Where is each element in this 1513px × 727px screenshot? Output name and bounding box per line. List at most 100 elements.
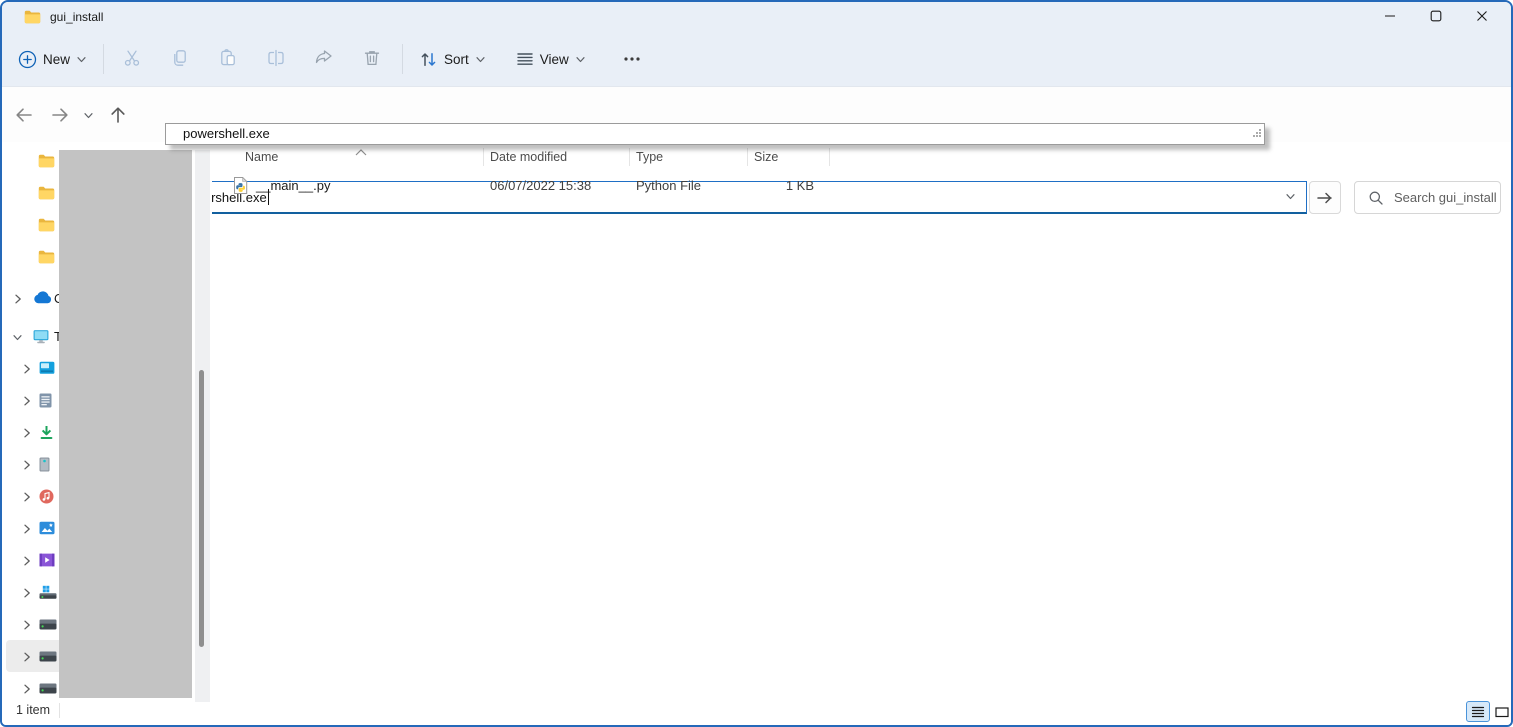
view-button-label: View — [540, 52, 569, 67]
column-header-name[interactable]: Name — [232, 145, 483, 169]
see-more-button[interactable] — [610, 40, 654, 78]
resize-grip-icon[interactable] — [1253, 125, 1262, 143]
toolbar: New Sort View — [2, 32, 1511, 87]
back-button[interactable] — [10, 101, 38, 129]
onedrive-icon — [33, 291, 52, 309]
icons-view-button[interactable] — [1492, 701, 1512, 722]
folder-icon — [24, 10, 41, 24]
folder-icon — [38, 186, 55, 205]
share-button[interactable] — [302, 40, 346, 78]
chevron-right-icon[interactable] — [21, 650, 33, 668]
view-icon — [516, 51, 534, 67]
cut-icon — [122, 48, 142, 71]
search-icon — [1368, 190, 1384, 206]
column-separator[interactable] — [629, 148, 630, 166]
statusbar-separator — [59, 703, 60, 718]
device-icon — [39, 457, 50, 477]
maximize-button[interactable] — [1413, 2, 1459, 32]
folder-icon — [38, 218, 55, 237]
forward-button[interactable] — [46, 101, 74, 129]
search-placeholder: Search gui_install — [1394, 190, 1497, 205]
drive-icon — [39, 681, 57, 699]
minimize-button[interactable] — [1367, 2, 1413, 32]
chevron-down-icon — [83, 110, 94, 121]
new-button[interactable]: New — [8, 50, 97, 69]
this-pc-icon — [33, 329, 49, 349]
sort-button[interactable]: Sort — [409, 50, 496, 69]
window-controls — [1367, 2, 1505, 32]
chevron-right-icon[interactable] — [21, 458, 33, 476]
downloads-icon — [39, 425, 54, 445]
documents-icon — [39, 393, 52, 413]
copy-button[interactable] — [158, 40, 202, 78]
chevron-right-icon[interactable] — [12, 292, 24, 310]
search-box[interactable]: Search gui_install — [1354, 181, 1501, 214]
toolbar-separator — [402, 44, 403, 74]
file-explorer-window: gui_install New Sort View — [0, 0, 1513, 727]
delete-button[interactable] — [350, 40, 394, 78]
scrollbar-thumb[interactable] — [199, 370, 204, 647]
python-file-icon — [233, 177, 248, 199]
close-button[interactable] — [1459, 2, 1505, 32]
sort-icon — [419, 50, 438, 69]
go-to-button[interactable] — [1309, 181, 1341, 214]
icons-view-icon — [1495, 706, 1509, 718]
drive-icon — [39, 649, 57, 667]
autocomplete-item[interactable]: powershell.exe — [166, 124, 1264, 144]
rename-button[interactable] — [254, 40, 298, 78]
titlebar: gui_install — [2, 2, 1511, 32]
paste-button[interactable] — [206, 40, 250, 78]
column-separator[interactable] — [483, 148, 484, 166]
column-separator[interactable] — [747, 148, 748, 166]
navigation-pane: OT — [2, 142, 212, 698]
new-button-label: New — [43, 52, 70, 67]
chevron-right-icon[interactable] — [21, 362, 33, 380]
chevron-right-icon[interactable] — [21, 426, 33, 444]
file-cell: Python File — [636, 174, 701, 198]
drive-icon — [39, 617, 57, 635]
chevron-right-icon[interactable] — [21, 554, 33, 572]
copy-icon — [170, 48, 190, 71]
chevron-right-icon[interactable] — [21, 586, 33, 604]
column-separator[interactable] — [829, 148, 830, 166]
status-bar: 1 item — [2, 698, 1511, 725]
more-icon — [623, 56, 641, 62]
chevron-down-icon[interactable] — [12, 330, 23, 348]
toolbar-separator — [103, 44, 104, 74]
address-dropdown-button[interactable] — [1285, 191, 1296, 202]
file-cell: 06/07/2022 15:38 — [490, 174, 591, 198]
delete-icon — [362, 48, 382, 71]
maximize-icon — [1430, 10, 1442, 25]
details-view-icon — [1471, 706, 1485, 718]
folder-icon — [38, 250, 55, 269]
share-icon — [314, 48, 334, 71]
details-view-button[interactable] — [1466, 701, 1490, 722]
forward-arrow-icon — [50, 106, 70, 124]
minimize-icon — [1384, 10, 1396, 25]
column-header-size[interactable]: Size — [747, 145, 829, 169]
up-arrow-icon — [109, 105, 127, 125]
column-header-date-modified[interactable]: Date modified — [483, 145, 629, 169]
sidebar-scrollbar[interactable] — [195, 150, 210, 702]
rename-icon — [266, 48, 286, 71]
cut-button[interactable] — [110, 40, 154, 78]
pictures-icon — [39, 521, 55, 540]
go-arrow-icon — [1315, 190, 1335, 206]
file-cell: 1 KB — [747, 174, 814, 198]
chevron-right-icon[interactable] — [21, 394, 33, 412]
window-title: gui_install — [50, 10, 103, 24]
close-icon — [1476, 10, 1488, 25]
address-autocomplete-dropdown: powershell.exe — [165, 123, 1265, 145]
desktop-icon — [39, 361, 55, 380]
recent-locations-button[interactable] — [78, 101, 98, 129]
up-button[interactable] — [104, 101, 132, 129]
column-header-type[interactable]: Type — [629, 145, 747, 169]
videos-icon — [39, 553, 55, 572]
chevron-right-icon[interactable] — [21, 522, 33, 540]
chevron-right-icon[interactable] — [21, 490, 33, 508]
redacted-region — [59, 150, 192, 698]
view-button[interactable]: View — [506, 51, 596, 67]
music-icon — [39, 489, 54, 509]
chevron-right-icon[interactable] — [21, 618, 33, 636]
folder-icon — [38, 154, 55, 173]
